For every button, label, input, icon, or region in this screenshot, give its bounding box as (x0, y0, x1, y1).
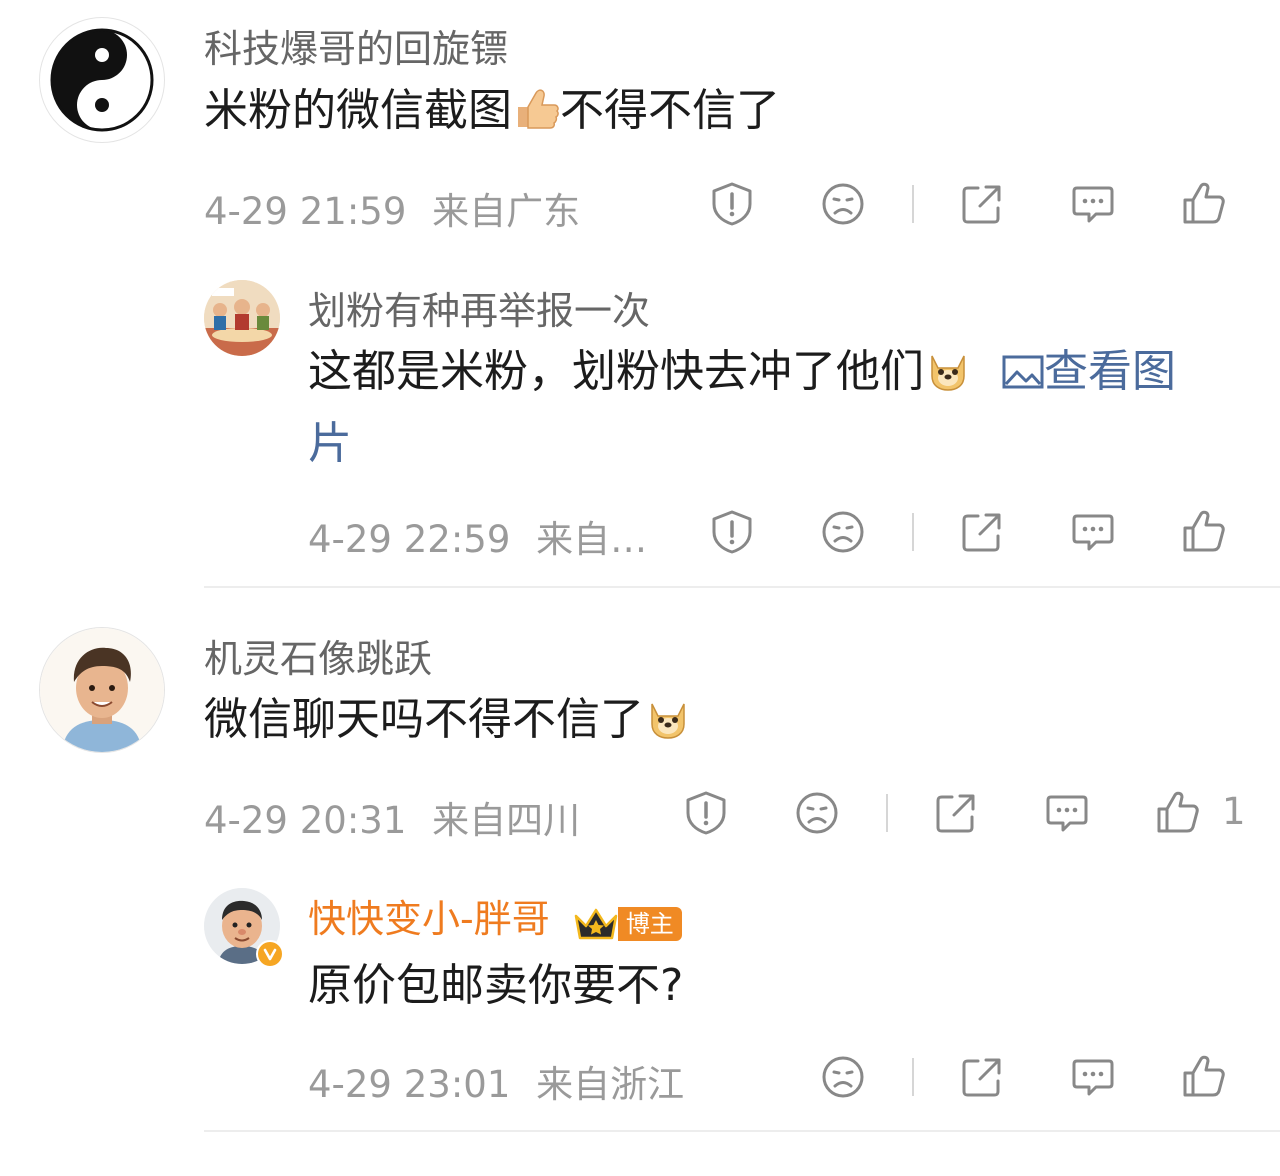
avatar[interactable] (39, 17, 165, 143)
comment-text: 微信聊天吗不得不信了 (204, 684, 692, 756)
comment-text: 原价包邮卖你要不? (308, 960, 684, 1011)
location: 来自浙江 (536, 1063, 685, 1106)
view-image-label[interactable]: 查看图 (1044, 346, 1176, 397)
comment-text: 米粉的微信截图 不得不信了 (204, 75, 780, 147)
view-image-link[interactable]: 查看图 (1002, 346, 1176, 397)
doge-emoji-icon (644, 694, 692, 740)
username[interactable]: 科技爆哥的回旋镖 (204, 18, 508, 73)
like-icon[interactable] (1154, 789, 1202, 837)
divider (912, 513, 914, 551)
timestamp: 4-29 23:01 (308, 1063, 511, 1106)
share-icon[interactable] (958, 180, 1006, 228)
owner-badge: 博主 (572, 899, 682, 944)
yin-yang-icon (50, 28, 154, 132)
comment-icon[interactable] (1069, 508, 1117, 556)
comment-text-part: 微信聊天吗不得不信了 (204, 694, 644, 745)
location: 来自四川 (432, 799, 581, 842)
comment-text-part: 不得不信了 (560, 85, 780, 136)
comment-meta: 4-29 20:31 来自四川 (204, 790, 580, 844)
report-icon[interactable] (708, 180, 756, 228)
owner-username[interactable]: 快快变小-胖哥 (308, 897, 550, 941)
report-icon[interactable] (682, 789, 730, 837)
crown-icon (572, 904, 620, 944)
avatar[interactable] (39, 627, 165, 753)
like-icon[interactable] (1180, 1053, 1228, 1101)
divider (912, 185, 914, 223)
blogger-badge: 博主 (617, 906, 682, 941)
comment-text-part: 米粉的微信截图 (204, 85, 512, 136)
timestamp: 4-29 21:59 (204, 190, 407, 233)
like-icon[interactable] (1180, 180, 1228, 228)
dislike-face-icon[interactable] (819, 1053, 867, 1101)
divider (886, 794, 888, 832)
share-icon[interactable] (958, 508, 1006, 556)
image-icon (1002, 355, 1044, 389)
username[interactable]: 快快变小-胖哥 博主 (308, 888, 682, 944)
young-man-avatar-image (40, 628, 164, 752)
comment-text: 这都是米粉，划粉快去冲了他们 查看图 (308, 336, 1176, 408)
comment-meta: 4-29 22:59 来自… (308, 509, 647, 563)
comment-meta: 4-29 21:59 来自广东 (204, 181, 580, 235)
comment-icon[interactable] (1043, 789, 1091, 837)
location: 来自广东 (432, 190, 581, 233)
location: 来自… (536, 518, 648, 561)
comment-meta: 4-29 23:01 来自浙江 (308, 1054, 684, 1108)
comment-divider (204, 1130, 1280, 1132)
dislike-face-icon[interactable] (819, 508, 867, 556)
dislike-face-icon[interactable] (819, 180, 867, 228)
report-icon[interactable] (708, 508, 756, 556)
avatar[interactable] (204, 888, 284, 968)
username[interactable]: 机灵石像跳跃 (204, 628, 432, 683)
comment-icon[interactable] (1069, 1053, 1117, 1101)
dislike-face-icon[interactable] (793, 789, 841, 837)
avatar[interactable] (204, 280, 280, 356)
doge-emoji-icon (924, 346, 972, 392)
timestamp: 4-29 20:31 (204, 799, 407, 842)
like-count: 1 (1222, 790, 1246, 833)
divider (912, 1058, 914, 1096)
comment-divider (204, 586, 1280, 588)
like-icon[interactable] (1180, 508, 1228, 556)
username[interactable]: 划粉有种再举报一次 (308, 280, 650, 335)
comment-text-part: 这都是米粉，划粉快去冲了他们 (308, 346, 924, 397)
timestamp: 4-29 22:59 (308, 518, 511, 561)
verified-badge-icon (256, 940, 284, 968)
view-image-link-wrap[interactable]: 片 (308, 408, 352, 480)
share-icon[interactable] (958, 1053, 1006, 1101)
family-dinner-avatar-image (204, 280, 280, 356)
thumbs-up-emoji-icon (512, 85, 560, 131)
comment-icon[interactable] (1069, 180, 1117, 228)
share-icon[interactable] (932, 789, 980, 837)
